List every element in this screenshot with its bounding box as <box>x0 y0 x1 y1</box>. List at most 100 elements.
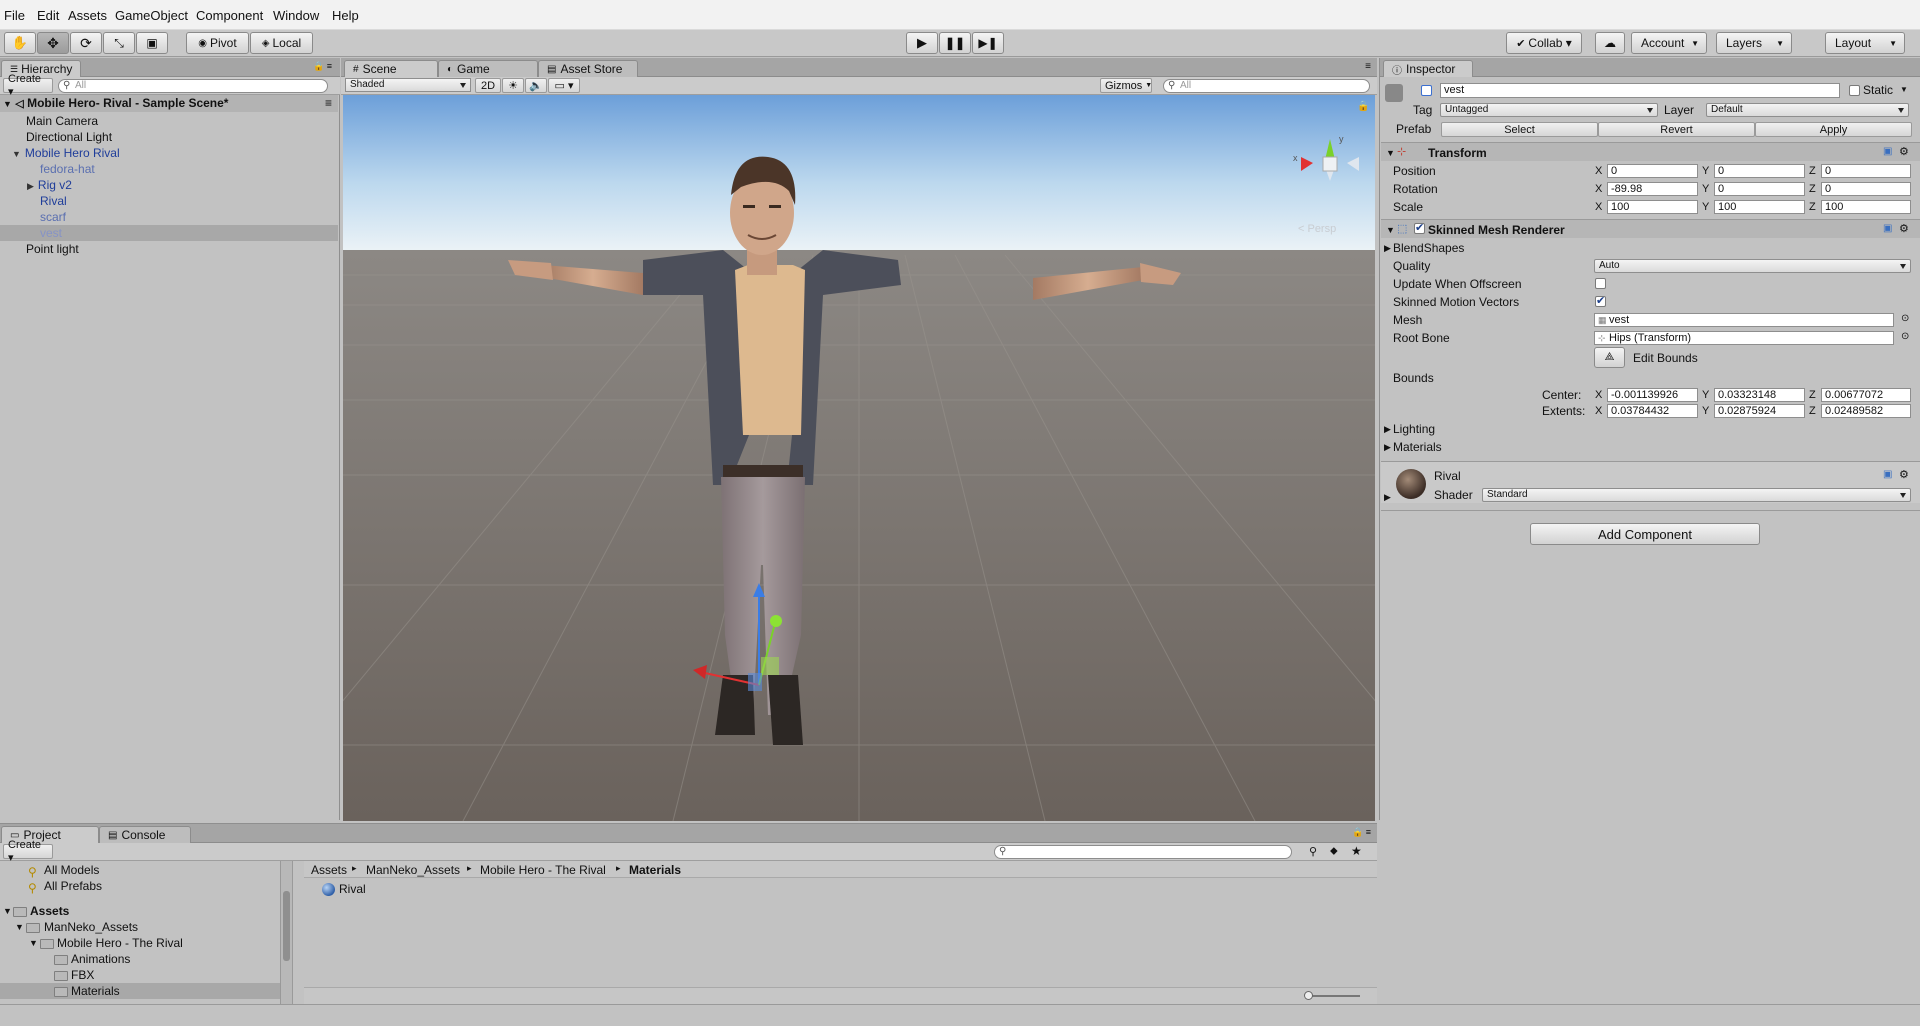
menu-file[interactable]: File <box>4 8 25 23</box>
prefab-apply-button[interactable]: Apply <box>1755 122 1912 137</box>
collapsed-triangle-icon[interactable]: ▶ <box>1384 442 1391 453</box>
breadcrumb-item[interactable]: Materials <box>629 862 681 878</box>
scrollbar-thumb[interactable] <box>283 891 290 961</box>
collab-button[interactable]: ✔ Collab ▾ <box>1506 32 1582 54</box>
scale-y-field[interactable]: 100 <box>1714 200 1805 214</box>
hierarchy-item[interactable]: Main Camera <box>0 113 338 129</box>
scene-viewport[interactable]: y x < Persp 🔒 <box>343 95 1375 821</box>
hierarchy-item-selected[interactable]: vest <box>0 225 338 241</box>
tab-game[interactable]: ◐ Game <box>438 60 538 77</box>
active-checkbox[interactable] <box>1421 85 1432 96</box>
step-button[interactable]: ▶❚ <box>972 32 1004 54</box>
hierarchy-item[interactable]: ▶ Rig v2 <box>0 177 338 193</box>
shader-dropdown[interactable]: Standard <box>1482 488 1911 502</box>
quality-dropdown[interactable]: Auto <box>1594 259 1911 273</box>
rotation-x-field[interactable]: -89.98 <box>1607 182 1698 196</box>
menu-window[interactable]: Window <box>273 8 319 23</box>
tree-item[interactable]: Mobile Hero - The Rival <box>57 935 183 951</box>
panel-menu-icon[interactable]: ≡ <box>1365 61 1371 72</box>
move-tool-button[interactable]: ✥ <box>37 32 69 54</box>
label-icon[interactable]: ⬥ <box>1330 845 1338 858</box>
tree-item-selected[interactable] <box>0 983 280 999</box>
gear-icon[interactable]: ⚙ <box>1899 222 1909 235</box>
tab-asset-store[interactable]: ▤ Asset Store <box>538 60 638 77</box>
prefab-select-button[interactable]: Select <box>1441 122 1598 137</box>
expand-triangle-icon[interactable]: ▼ <box>1386 148 1395 158</box>
lighting-foldout[interactable]: Lighting <box>1393 421 1435 437</box>
hand-tool-button[interactable]: ✋ <box>4 32 36 54</box>
scene-header[interactable]: ▼ ◁ Mobile Hero- Rival - Sample Scene* ≡ <box>0 95 338 112</box>
menu-edit[interactable]: Edit <box>37 8 59 23</box>
scale-z-field[interactable]: 100 <box>1821 200 1911 214</box>
hierarchy-item[interactable]: Directional Light <box>0 129 338 145</box>
hierarchy-item[interactable]: scarf <box>0 209 338 225</box>
play-button[interactable]: ▶ <box>906 32 938 54</box>
help-icon[interactable]: ▣ <box>1883 223 1892 234</box>
layout-dropdown[interactable]: Layout ▼ <box>1825 32 1905 54</box>
tab-scene[interactable]: # Scene <box>344 60 438 77</box>
mesh-field[interactable]: ▦ vest <box>1594 313 1894 327</box>
menu-help[interactable]: Help <box>332 8 359 23</box>
expand-triangle-icon[interactable]: ▼ <box>3 906 12 916</box>
help-icon[interactable]: ▣ <box>1883 469 1892 480</box>
hierarchy-item[interactable]: fedora-hat <box>0 161 338 177</box>
favorite-item[interactable]: All Models <box>44 862 99 878</box>
tree-item[interactable]: FBX <box>71 967 94 983</box>
breadcrumb-item[interactable]: Assets <box>311 862 347 878</box>
asset-item[interactable]: Rival <box>339 881 366 897</box>
expand-triangle-icon[interactable]: ▼ <box>15 922 24 932</box>
position-x-field[interactable]: 0 <box>1607 164 1698 178</box>
audio-toggle[interactable]: 🔈 <box>525 78 547 93</box>
tree-item[interactable]: Assets <box>30 903 69 919</box>
expand-triangle-icon[interactable]: ▼ <box>29 938 38 948</box>
center-y-field[interactable]: 0.03323148 <box>1714 388 1805 402</box>
position-z-field[interactable]: 0 <box>1821 164 1911 178</box>
pivot-toggle[interactable]: ◉ Pivot <box>186 32 249 54</box>
center-z-field[interactable]: 0.00677072 <box>1821 388 1911 402</box>
favorite-item[interactable]: All Prefabs <box>44 878 102 894</box>
object-name-field[interactable]: vest <box>1440 83 1840 98</box>
tab-inspector[interactable]: ⓘ Inspector <box>1383 60 1473 77</box>
collapsed-triangle-icon[interactable]: ▶ <box>1384 243 1391 254</box>
add-component-button[interactable]: Add Component <box>1530 523 1760 545</box>
rotation-y-field[interactable]: 0 <box>1714 182 1805 196</box>
collapsed-triangle-icon[interactable]: ▶ <box>1384 424 1391 435</box>
persp-label[interactable]: < Persp <box>1298 223 1336 235</box>
static-checkbox[interactable] <box>1849 85 1860 96</box>
edit-bounds-button[interactable]: ⟁ <box>1594 347 1625 368</box>
position-y-field[interactable]: 0 <box>1714 164 1805 178</box>
gizmos-dropdown[interactable]: Gizmos ▼ <box>1100 78 1152 93</box>
scale-x-field[interactable]: 100 <box>1607 200 1698 214</box>
hierarchy-create-button[interactable]: Create ▾ <box>3 73 53 98</box>
effects-dropdown[interactable]: ▭ ▾ <box>548 78 580 93</box>
zoom-slider-thumb[interactable] <box>1304 991 1313 1000</box>
scene-menu-icon[interactable]: ≡ <box>325 95 332 111</box>
star-icon[interactable]: ★ <box>1351 844 1362 858</box>
menu-assets[interactable]: Assets <box>68 8 107 23</box>
pause-button[interactable]: ❚❚ <box>939 32 971 54</box>
scale-tool-button[interactable]: ⤡ <box>103 32 135 54</box>
hierarchy-search-input[interactable]: ⚲ All <box>58 79 328 93</box>
object-picker-icon[interactable]: ⊙ <box>1901 313 1909 324</box>
zoom-slider[interactable] <box>1310 995 1360 997</box>
smr-enabled-checkbox[interactable]: ✔ <box>1414 222 1425 234</box>
cloud-button[interactable]: ☁ <box>1595 32 1625 54</box>
menu-gameobject[interactable]: GameObject <box>115 8 188 23</box>
rootbone-field[interactable]: ⊹ Hips (Transform) <box>1594 331 1894 345</box>
2d-toggle[interactable]: 2D <box>475 78 501 93</box>
blendshapes-foldout[interactable]: BlendShapes <box>1393 240 1464 256</box>
motion-vectors-checkbox[interactable]: ✔ <box>1595 295 1606 307</box>
chevron-down-icon[interactable]: ▼ <box>1900 85 1908 94</box>
gear-icon[interactable]: ⚙ <box>1899 468 1909 481</box>
expand-triangle-icon[interactable]: ▼ <box>1386 225 1395 235</box>
shading-mode-dropdown[interactable]: Shaded <box>345 78 471 92</box>
tab-console[interactable]: ▤ Console <box>99 826 191 843</box>
hierarchy-item[interactable]: Rival <box>0 193 338 209</box>
rotate-tool-button[interactable]: ⟳ <box>70 32 102 54</box>
menu-component[interactable]: Component <box>196 8 263 23</box>
hierarchy-item[interactable]: Point light <box>0 241 338 257</box>
gear-icon[interactable]: ⚙ <box>1899 145 1909 158</box>
project-create-button[interactable]: Create ▾ <box>3 839 53 864</box>
extents-z-field[interactable]: 0.02489582 <box>1821 404 1911 418</box>
update-offscreen-checkbox[interactable] <box>1595 278 1606 289</box>
